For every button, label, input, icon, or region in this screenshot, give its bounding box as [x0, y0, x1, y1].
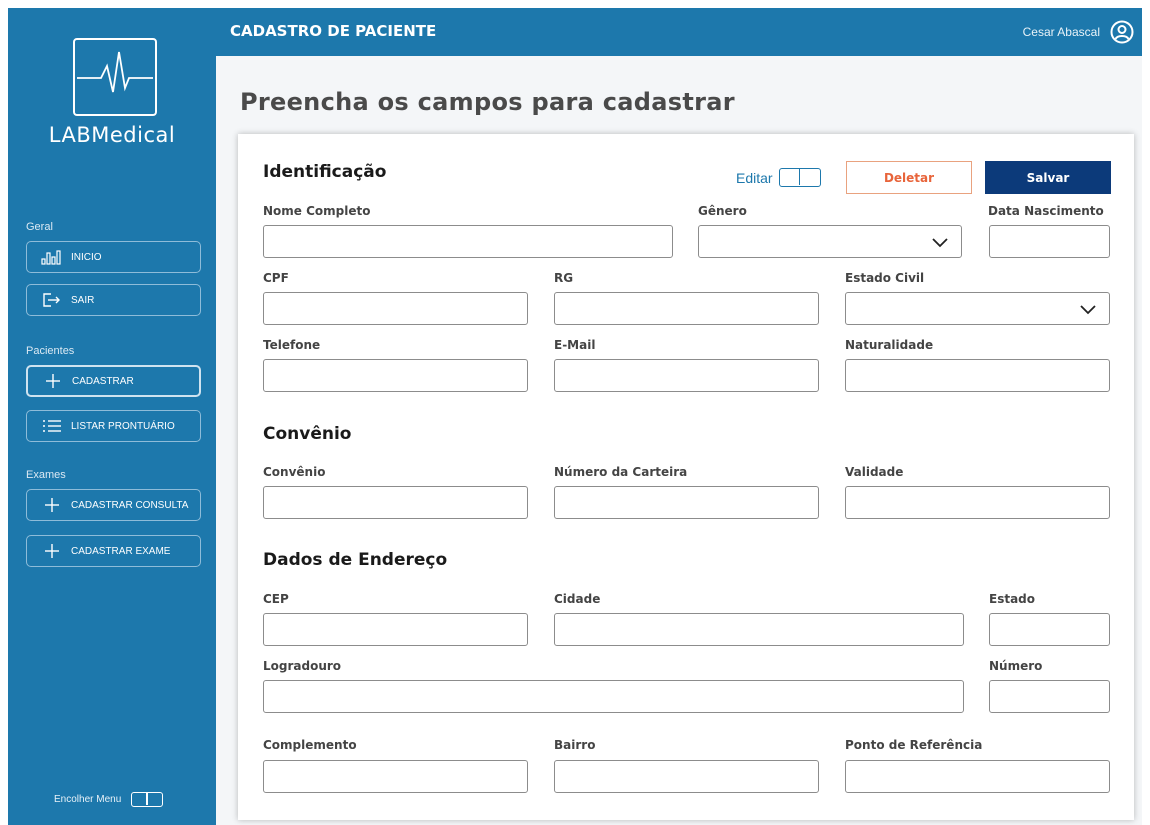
cpf-input[interactable] [263, 292, 528, 325]
nav-sair-button[interactable]: SAIR [26, 284, 201, 316]
estado-civil-select[interactable] [845, 292, 1110, 325]
section-title-convenio: Convênio [263, 424, 352, 444]
numero-input[interactable] [989, 680, 1110, 713]
bar-chart-icon [41, 248, 63, 266]
label-complemento: Complemento [263, 738, 357, 752]
label-numero: Número [989, 659, 1043, 673]
label-convenio: Convênio [263, 465, 326, 479]
validade-input[interactable] [845, 486, 1110, 519]
label-estado-civil: Estado Civil [845, 271, 925, 285]
nav-inicio-label: INICIO [71, 251, 102, 263]
numero-carteira-input[interactable] [554, 486, 819, 519]
data-nascimento-input[interactable] [989, 225, 1110, 258]
label-telefone: Telefone [263, 338, 321, 352]
user-avatar-icon[interactable] [1110, 20, 1134, 44]
ponto-referencia-input[interactable] [845, 760, 1110, 793]
label-bairro: Bairro [554, 738, 596, 752]
section-label-pacientes: Pacientes [26, 345, 75, 357]
collapse-menu-label: Encolher Menu [54, 794, 122, 805]
plus-icon [41, 542, 63, 560]
estado-input[interactable] [989, 613, 1110, 646]
label-rg: RG [554, 271, 574, 285]
logradouro-input[interactable] [263, 680, 964, 713]
label-email: E-Mail [554, 338, 596, 352]
label-cep: CEP [263, 592, 289, 606]
email-input[interactable] [554, 359, 819, 392]
label-naturalidade: Naturalidade [845, 338, 934, 352]
section-label-geral: Geral [26, 221, 53, 233]
nav-cadastrar-consulta-label: CADASTRAR CONSULTA [71, 499, 189, 511]
telefone-input[interactable] [263, 359, 528, 392]
nav-cadastrar-button[interactable]: CADASTRAR [26, 365, 201, 397]
bairro-input[interactable] [554, 760, 819, 793]
cidade-input[interactable] [554, 613, 964, 646]
label-data-nascimento: Data Nascimento [988, 204, 1104, 218]
header-bar: CADASTRO DE PACIENTE Cesar Abascal [216, 8, 1142, 56]
cep-input[interactable] [263, 613, 528, 646]
heartbeat-icon [77, 51, 153, 93]
label-estado: Estado [989, 592, 1036, 606]
label-validade: Validade [845, 465, 904, 479]
complemento-input[interactable] [263, 760, 528, 793]
user-name[interactable]: Cesar Abascal [1023, 25, 1100, 39]
nav-cadastrar-exame-label: CADASTRAR EXAME [71, 545, 171, 557]
delete-button[interactable]: Deletar [846, 161, 972, 194]
edit-toggle-label: Editar [736, 169, 773, 186]
main-content: Preencha os campos para cadastrar Identi… [216, 56, 1142, 825]
logo [73, 38, 157, 116]
nav-listar-prontuario-label: LISTAR PRONTUÁRIO [71, 420, 175, 432]
patient-form-card: Identificação Editar Deletar Salvar Nome… [238, 134, 1134, 820]
plus-icon [42, 372, 64, 390]
section-title-identificacao: Identificação [263, 162, 387, 182]
nav-cadastrar-label: CADASTRAR [72, 375, 134, 387]
convenio-input[interactable] [263, 486, 528, 519]
rg-input[interactable] [554, 292, 819, 325]
list-icon [41, 417, 63, 435]
naturalidade-input[interactable] [845, 359, 1110, 392]
header-title: CADASTRO DE PACIENTE [230, 22, 437, 40]
nav-sair-label: SAIR [71, 294, 95, 306]
section-label-exames: Exames [26, 469, 66, 481]
label-logradouro: Logradouro [263, 659, 342, 673]
label-nome-completo: Nome Completo [263, 204, 371, 218]
chevron-down-icon [932, 238, 948, 248]
logout-icon [41, 291, 63, 309]
collapse-menu-toggle[interactable] [131, 792, 164, 807]
section-title-endereco: Dados de Endereço [263, 550, 448, 570]
label-genero: Gênero [698, 204, 747, 218]
nav-cadastrar-consulta-button[interactable]: CADASTRAR CONSULTA [26, 489, 201, 521]
label-numero-carteira: Número da Carteira [554, 465, 688, 479]
genero-select[interactable] [698, 225, 962, 258]
chevron-down-icon [1080, 305, 1096, 315]
nav-listar-prontuario-button[interactable]: LISTAR PRONTUÁRIO [26, 410, 201, 442]
plus-icon [41, 496, 63, 514]
sidebar: LABMedical Geral INICIO SAIR Pacientes C… [8, 8, 216, 825]
label-cpf: CPF [263, 271, 289, 285]
label-cidade: Cidade [554, 592, 601, 606]
brand-name: LABMedical [48, 123, 176, 147]
edit-toggle-switch[interactable] [778, 168, 821, 187]
save-button[interactable]: Salvar [985, 161, 1111, 194]
label-ponto-referencia: Ponto de Referência [845, 738, 983, 752]
nav-cadastrar-exame-button[interactable]: CADASTRAR EXAME [26, 535, 201, 567]
nav-inicio-button[interactable]: INICIO [26, 241, 201, 273]
page-title: Preencha os campos para cadastrar [240, 88, 735, 116]
nome-completo-input[interactable] [263, 225, 673, 258]
edit-toggle[interactable]: Editar [736, 168, 821, 187]
collapse-menu: Encolher Menu [54, 792, 164, 807]
